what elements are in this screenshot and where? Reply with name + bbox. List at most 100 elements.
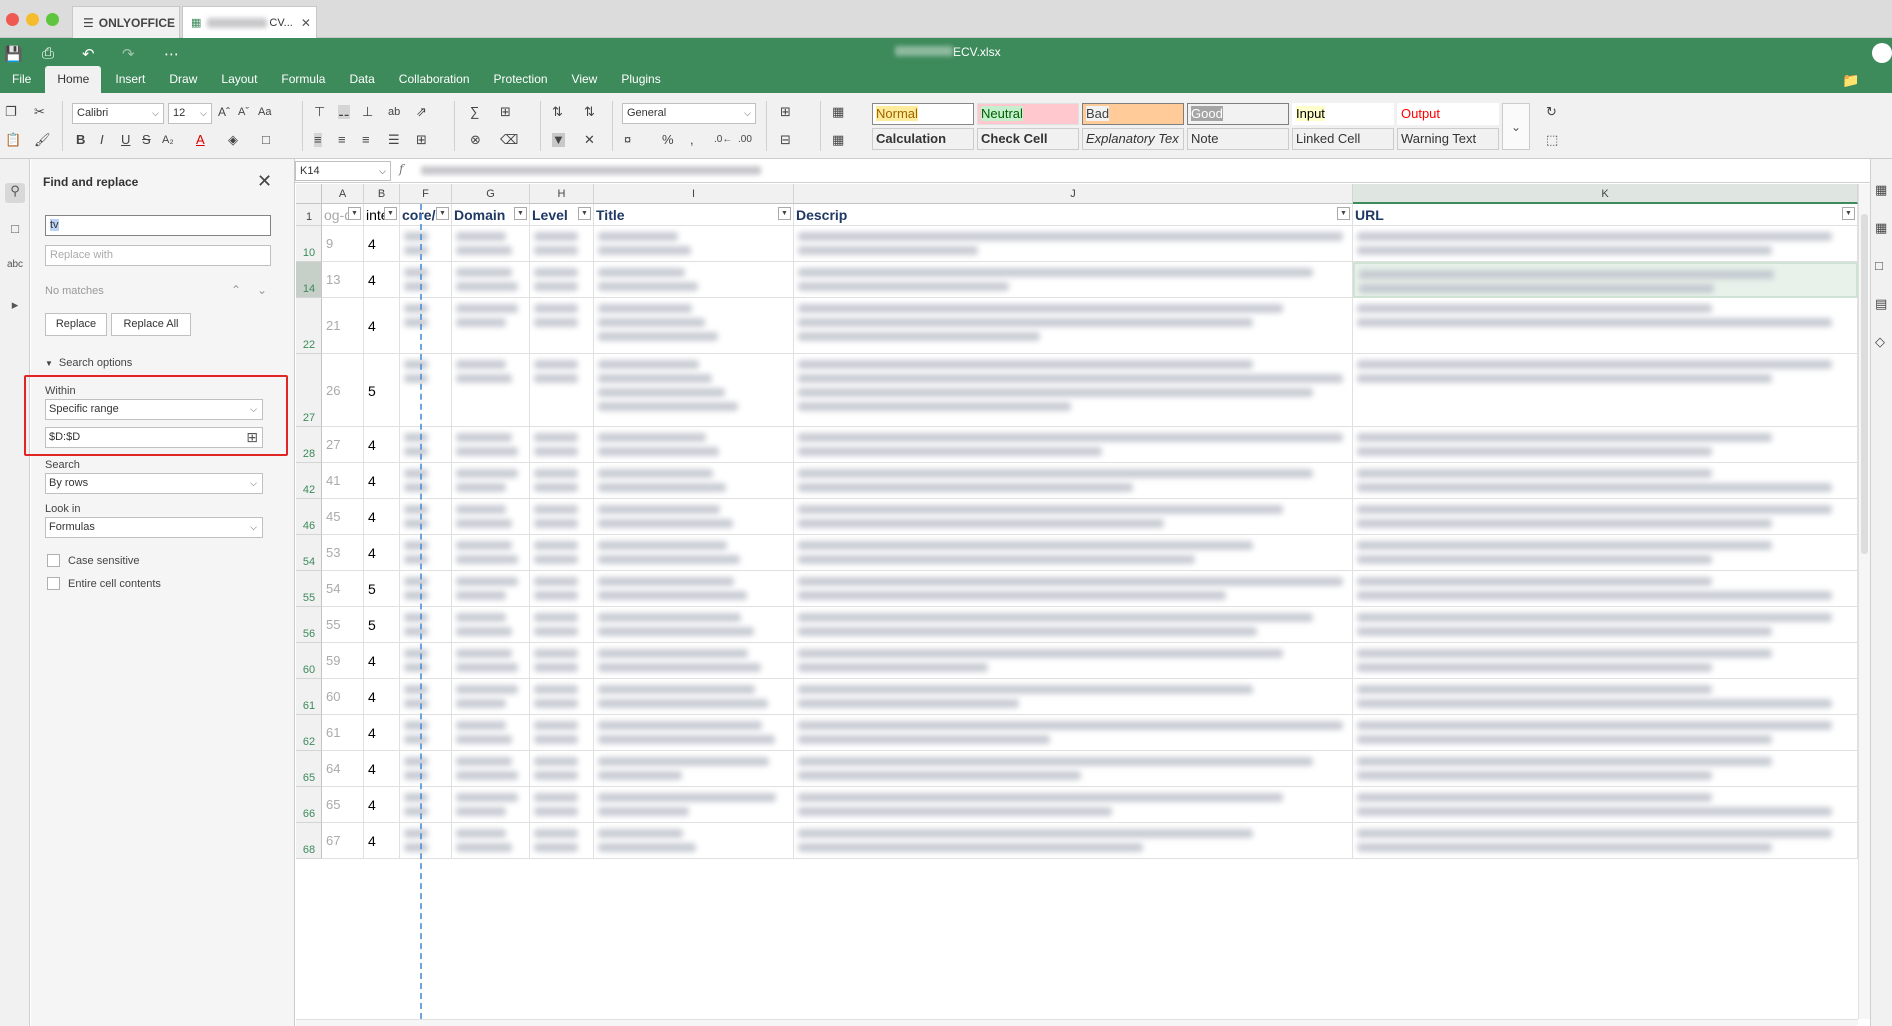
cell-h[interactable] [530,354,594,427]
cell-j[interactable] [794,571,1353,607]
filter-dropdown-icon[interactable]: ▼ [436,207,449,220]
cell-b[interactable]: 5 [364,354,400,427]
cell-j[interactable] [794,715,1353,751]
row-header[interactable]: 62 [296,715,322,751]
row-header[interactable]: 61 [296,679,322,715]
cell-a[interactable]: 67 [322,823,364,859]
cell-h[interactable] [530,427,594,463]
cell-style-input[interactable]: Input [1292,103,1394,125]
cell-g[interactable] [452,715,530,751]
cell-f[interactable] [400,226,452,262]
replace-input[interactable]: Replace with [45,245,271,266]
align-center-icon[interactable]: ≡ [338,133,346,147]
cell-k[interactable] [1353,607,1858,643]
insert-cells-icon[interactable]: ⊞ [780,105,791,119]
cell-f[interactable] [400,298,452,354]
print-icon[interactable]: ⎙ [42,45,54,62]
cell-g[interactable] [452,262,530,298]
cell-k[interactable] [1353,787,1858,823]
row-header[interactable]: 42 [296,463,322,499]
maximize-window-button[interactable] [46,13,59,26]
cell-a[interactable]: 41 [322,463,364,499]
align-middle-icon[interactable]: ⚋ [338,105,350,119]
cell-i[interactable] [594,535,794,571]
comments-icon[interactable]: □ [5,221,25,241]
formula-input[interactable] [413,161,1891,181]
column-header-k[interactable]: K [1353,184,1858,204]
cell-g[interactable] [452,787,530,823]
cell-a[interactable]: 61 [322,715,364,751]
cell-f[interactable] [400,643,452,679]
cell-f[interactable] [400,354,452,427]
filter-dropdown-icon[interactable]: ▼ [348,207,361,220]
shape-settings-icon[interactable]: ◇ [1875,335,1885,349]
cell-f[interactable] [400,715,452,751]
row-header[interactable]: 22 [296,298,322,354]
cell-b[interactable]: 4 [364,298,400,354]
cell-j[interactable] [794,535,1353,571]
cell-g[interactable] [452,226,530,262]
cell-f[interactable] [400,607,452,643]
row-header[interactable]: 27 [296,354,322,427]
cell-g[interactable] [452,823,530,859]
align-bottom-icon[interactable]: ⊥ [362,105,373,119]
column-header-a[interactable]: A [322,184,364,204]
cell-i[interactable] [594,751,794,787]
cell-j[interactable] [794,679,1353,715]
cell-a[interactable]: 55 [322,607,364,643]
cell-j[interactable] [794,226,1353,262]
cell-f[interactable] [400,571,452,607]
find-input[interactable]: tv [45,215,271,236]
select-all-icon[interactable]: ⬚ [1546,133,1558,147]
menu-view[interactable]: View [560,66,610,93]
cell-a[interactable]: 64 [322,751,364,787]
header-cell-a[interactable]: og-de ▼ [322,204,364,226]
cell-f[interactable] [400,427,452,463]
cell-b[interactable]: 4 [364,823,400,859]
row-header[interactable]: 68 [296,823,322,859]
cell-j[interactable] [794,751,1353,787]
cell-a[interactable]: 65 [322,787,364,823]
row-header[interactable]: 55 [296,571,322,607]
cell-h[interactable] [530,535,594,571]
cell-h[interactable] [530,571,594,607]
cell-h[interactable] [530,226,594,262]
row-header[interactable]: 66 [296,787,322,823]
cell-h[interactable] [530,679,594,715]
cell-b[interactable]: 4 [364,499,400,535]
strikethrough-icon[interactable]: S [142,133,151,147]
cell-g[interactable] [452,751,530,787]
document-tab[interactable]: ▦ CV... ✕ [182,6,317,38]
cell-g[interactable] [452,679,530,715]
cell-a[interactable]: 9 [322,226,364,262]
minimize-window-button[interactable] [26,13,39,26]
cell-f[interactable] [400,679,452,715]
conditional-formatting-icon[interactable]: ▦ [832,105,844,119]
close-tab-icon[interactable]: ✕ [301,16,311,30]
cell-a[interactable]: 60 [322,679,364,715]
filter-dropdown-icon[interactable]: ▼ [578,207,591,220]
autosum-icon[interactable]: ∑ [470,105,479,119]
cell-style-bad[interactable]: Bad [1082,103,1184,125]
cell-style-neutral[interactable]: Neutral [977,103,1079,125]
cell-h[interactable] [530,751,594,787]
subscript-icon[interactable]: A₂ [162,133,174,147]
increase-font-icon[interactable]: Aˆ [218,105,230,119]
cell-f[interactable] [400,535,452,571]
replace-all-button[interactable]: Replace All [111,313,191,336]
header-cell-b[interactable]: inte ▼ [364,204,400,226]
format-painter-icon[interactable]: 🖌 [34,133,51,147]
entire-cell-checkbox[interactable] [47,577,60,590]
cell-i[interactable] [594,571,794,607]
menu-draw[interactable]: Draw [157,66,209,93]
cell-k[interactable] [1353,427,1858,463]
cell-k[interactable] [1353,679,1858,715]
header-cell-k[interactable]: URL ▼ [1353,204,1858,226]
cell-b[interactable]: 4 [364,787,400,823]
cell-f[interactable] [400,463,452,499]
cell-k[interactable] [1353,571,1858,607]
underline-icon[interactable]: U [121,133,130,147]
cell-f[interactable] [400,787,452,823]
cell-a[interactable]: 54 [322,571,364,607]
row-header[interactable]: 65 [296,751,322,787]
